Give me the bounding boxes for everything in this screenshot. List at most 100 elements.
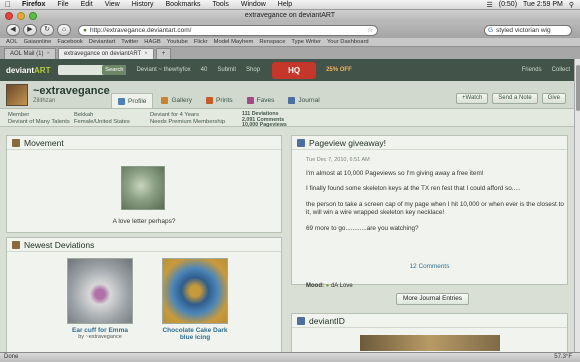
give-button[interactable]: Give [541, 93, 566, 104]
bookmark-item[interactable]: Youtube [164, 39, 191, 45]
tab-prints[interactable]: Prints [200, 93, 239, 108]
bookmark-item[interactable]: AOL [3, 39, 21, 45]
search-input[interactable]: styled victorian wig [496, 27, 551, 34]
cake-thumbnail[interactable] [162, 258, 228, 324]
menu-view[interactable]: View [99, 1, 126, 8]
journal-comments-link[interactable]: 12 Comments [292, 263, 567, 270]
close-window-button[interactable] [5, 12, 13, 20]
page-scrollbar[interactable] [574, 59, 580, 352]
back-button[interactable]: ◀ [6, 24, 20, 36]
forward-button[interactable]: ▶ [23, 24, 37, 36]
deviantid-image[interactable] [360, 335, 500, 351]
close-tab-icon[interactable]: × [144, 49, 148, 60]
tab-aol-mail[interactable]: AOL Mail (1) × [4, 48, 56, 59]
profile-content: Movement A love letter perhaps? Newest D… [0, 127, 574, 355]
reload-button[interactable]: ↻ [40, 24, 54, 36]
journal-icon [288, 97, 296, 104]
bookmark-item[interactable]: Flickr [191, 39, 211, 45]
watch-button[interactable]: +Watch [456, 93, 489, 104]
promo-discount[interactable]: 25% OFF [326, 67, 352, 73]
spotlight-icon[interactable]: ⚲ [569, 1, 574, 9]
movement-thumbnail[interactable] [121, 166, 165, 210]
deviation-card[interactable]: Ear cuff for Emma by ~extravegance [63, 258, 137, 340]
avatar[interactable] [6, 84, 28, 106]
submit-link[interactable]: Submit [217, 67, 236, 73]
shop-link[interactable]: Shop [246, 67, 260, 73]
prints-icon [206, 97, 214, 104]
send-note-button[interactable]: Send a Note [492, 93, 538, 104]
home-button[interactable]: ⌂ [57, 24, 71, 36]
journal-paragraph: I finally found some skeleton keys at th… [306, 185, 521, 193]
user-location: Female/United States [74, 118, 130, 125]
deviation-title[interactable]: Chocolate Cake Dark blue icing [157, 327, 233, 341]
more-journal-entries-button[interactable]: More Journal Entries [396, 293, 469, 305]
bookmark-item[interactable]: Type Writer [288, 39, 324, 45]
bookmark-item[interactable]: Deviantart [86, 39, 118, 45]
tab-gallery[interactable]: Gallery [155, 93, 198, 108]
menu-tools[interactable]: Tools [207, 1, 235, 8]
holiday-hq-promo[interactable]: HQ [272, 61, 317, 79]
journal-paragraph: 69 more to go............are you watchin… [306, 224, 419, 232]
url-text[interactable]: http://extravegance.deviantart.com/ [90, 27, 192, 34]
tab-faves[interactable]: Faves [241, 93, 281, 108]
journal-title[interactable]: Pageview giveaway! [309, 138, 386, 148]
site-search-button[interactable]: Search [102, 65, 127, 75]
menu-window[interactable]: Window [235, 1, 272, 8]
site-search[interactable]: Search [58, 65, 127, 75]
movement-caption[interactable]: A love letter perhaps? [7, 218, 281, 225]
profile-username[interactable]: ~extravegance [33, 85, 110, 97]
mac-menubar:  Firefox File Edit View History Bookmar… [0, 0, 580, 10]
journal-icon [297, 138, 305, 147]
bookmark-item[interactable]: HAGB [141, 39, 163, 45]
bookmarks-toolbar: AOL Gaiaonline Facebook Deviantart Twitt… [0, 38, 580, 47]
collect-link[interactable]: Collect [552, 67, 570, 73]
scrollbar-thumb[interactable] [576, 65, 580, 111]
deviation-author[interactable]: by ~extravegance [63, 334, 137, 340]
tab-deviantart[interactable]: extravegance on deviantART × [57, 48, 154, 60]
journal-paragraph: I'm almost at 10,000 Pageviews so I'm gi… [306, 170, 484, 177]
bookmark-item[interactable]: Twitter [118, 39, 141, 45]
navigation-toolbar: ◀ ▶ ↻ ⌂ ● http://extravegance.deviantart… [0, 22, 580, 38]
bookmark-item[interactable]: Facebook [54, 39, 85, 45]
address-bar[interactable]: ● http://extravegance.deviantart.com/ ☆ [78, 24, 378, 36]
weather-readout: 57.3°F [554, 354, 572, 360]
menu-bookmarks[interactable]: Bookmarks [160, 1, 207, 8]
widget-icon [12, 138, 20, 147]
clock[interactable]: Tue 2:59 PM [523, 1, 563, 8]
bookmark-item[interactable]: Renspace [256, 39, 288, 45]
menu-app-name[interactable]: Firefox [16, 1, 51, 8]
new-tab-button[interactable]: + [155, 48, 172, 59]
journal-widget: Pageview giveaway! Tue Dec 7, 2010, 6:51… [291, 135, 568, 289]
tab-profile[interactable]: Profile [111, 93, 154, 108]
apple-icon[interactable]:  [0, 0, 16, 9]
search-bar[interactable]: G styled victorian wig [484, 24, 572, 36]
wifi-icon[interactable]: ☰ [486, 1, 492, 9]
bookmark-item[interactable]: Gaiaonline [21, 39, 55, 45]
tab-journal[interactable]: Journal [282, 93, 325, 108]
bookmark-item[interactable]: Your Dashboard [324, 39, 372, 45]
deviation-card[interactable]: Chocolate Cake Dark blue icing [157, 258, 233, 341]
deviation-title[interactable]: Ear cuff for Emma [63, 327, 137, 334]
ear-cuff-thumbnail[interactable] [67, 258, 133, 324]
widget-icon [12, 240, 20, 249]
bookmark-item[interactable]: Model Mayhem [211, 39, 257, 45]
search-engine-icon[interactable]: G [488, 27, 493, 34]
site-favicon-icon: ● [83, 26, 87, 34]
close-tab-icon[interactable]: × [46, 49, 50, 60]
menu-edit[interactable]: Edit [75, 1, 99, 8]
user-menu-link[interactable]: Deviant ~ thewhyfox [136, 67, 190, 73]
minimize-window-button[interactable] [17, 12, 25, 20]
message-count[interactable]: 40 [201, 67, 208, 73]
friends-link[interactable]: Friends [522, 67, 542, 73]
zoom-window-button[interactable] [29, 12, 37, 20]
status-text: Done [4, 354, 19, 360]
bookmark-star-icon[interactable]: ☆ [367, 26, 373, 34]
movement-widget: Movement A love letter perhaps? [6, 135, 282, 233]
mood-emoticon-icon: ● [325, 283, 330, 289]
menu-help[interactable]: Help [272, 1, 298, 8]
menu-file[interactable]: File [51, 1, 74, 8]
menu-history[interactable]: History [126, 1, 160, 8]
battery-status[interactable]: (0:50) [499, 1, 517, 8]
membership-status[interactable]: Needs Premium Membership [150, 119, 225, 126]
deviantart-logo[interactable]: deviantART [6, 66, 50, 75]
